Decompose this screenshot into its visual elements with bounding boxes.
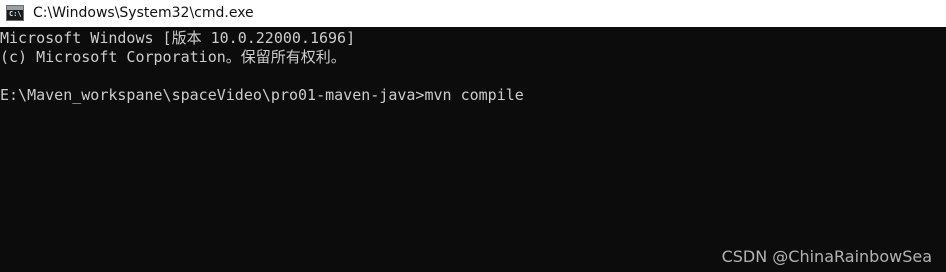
- window-title: C:\Windows\System32\cmd.exe: [33, 5, 254, 21]
- title-bar[interactable]: C:\ C:\Windows\System32\cmd.exe: [0, 0, 946, 27]
- version-line: Microsoft Windows [版本 10.0.22000.1696]: [0, 29, 356, 47]
- command-input[interactable]: mvn compile: [424, 86, 523, 104]
- command-line[interactable]: E:\Maven_workspane\spaceVideo\pro01-mave…: [0, 86, 524, 105]
- cmd-window: C:\ C:\Windows\System32\cmd.exe Microsof…: [0, 0, 946, 272]
- watermark: CSDN @ChinaRainbowSea: [721, 247, 932, 266]
- cmd-icon[interactable]: C:\: [6, 5, 24, 21]
- copyright-line: (c) Microsoft Corporation。保留所有权利。: [0, 48, 346, 66]
- console-output[interactable]: Microsoft Windows [版本 10.0.22000.1696] (…: [0, 29, 946, 272]
- command-prompt: E:\Maven_workspane\spaceVideo\pro01-mave…: [0, 86, 425, 104]
- cmd-icon-glyph: C:\: [9, 10, 22, 18]
